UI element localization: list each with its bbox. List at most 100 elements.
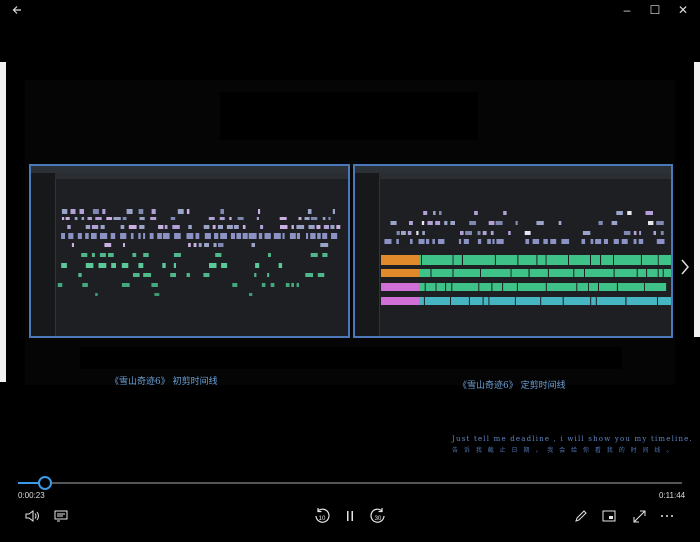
next-button[interactable] [680, 258, 690, 281]
timeline-clip [616, 211, 623, 215]
timeline-clip [61, 217, 65, 220]
timeline-clip [508, 231, 511, 235]
mini-player-icon [602, 510, 616, 522]
timeline-clip [270, 283, 275, 287]
edit-button[interactable] [572, 506, 590, 526]
subtitles-button[interactable] [52, 506, 70, 526]
timeline-clip [423, 211, 428, 215]
timeline-clip [647, 269, 658, 277]
pause-button[interactable] [341, 506, 359, 526]
timeline-clip [623, 231, 631, 235]
timeline-clip [322, 233, 328, 239]
timeline-clip [458, 239, 462, 244]
timeline-clip [310, 217, 318, 220]
timeline-clip [310, 233, 316, 239]
timeline-clip [150, 217, 157, 220]
seek-bar[interactable] [18, 482, 682, 484]
timeline-clip [143, 273, 152, 277]
timeline-clip [503, 211, 507, 215]
desktop-edge-right [694, 62, 700, 337]
timeline-clip [492, 239, 495, 244]
volume-button[interactable] [24, 506, 42, 526]
timeline-clip [195, 233, 200, 239]
timeline-clip [658, 297, 671, 305]
timeline-clip [317, 273, 325, 277]
timeline-clip [221, 263, 228, 268]
timeline-clip [660, 231, 664, 235]
timeline-clip [627, 211, 632, 215]
timeline-clip [495, 221, 503, 225]
video-redaction-bottom [80, 347, 622, 369]
timeline-clip [102, 209, 106, 214]
timeline-clip [173, 253, 181, 257]
timeline-clip [599, 283, 617, 291]
timeline-clip [306, 233, 309, 239]
timeline-clip [518, 255, 537, 265]
timeline-clip [113, 217, 121, 220]
timeline-clip [614, 269, 637, 277]
timeline-clip [639, 231, 642, 235]
timeline-clip [61, 263, 67, 268]
timeline-clip [219, 217, 225, 220]
timeline-clip [381, 297, 419, 305]
timeline-clip [258, 233, 263, 239]
timeline-clip [106, 217, 113, 220]
timeline-clip [477, 231, 481, 235]
timeline-clip [316, 225, 321, 229]
timeline-clip [637, 269, 647, 277]
timeline-clip [574, 269, 584, 277]
timeline-clip [305, 273, 313, 277]
close-button[interactable]: ✕ [670, 0, 696, 20]
timeline-clip [614, 255, 641, 265]
timeline-clip [198, 243, 202, 247]
timeline-clip [121, 283, 130, 287]
fullscreen-button[interactable] [630, 506, 648, 526]
timeline-clip [381, 255, 419, 265]
timeline-clip [431, 269, 453, 277]
timeline-clip [469, 221, 476, 225]
timeline-clip [249, 293, 253, 296]
timeline-clip [268, 253, 271, 257]
timeline-clip [251, 243, 255, 247]
mini-view-button[interactable] [600, 506, 618, 526]
timeline-clip [543, 239, 548, 244]
maximize-button[interactable]: ☐ [642, 0, 668, 20]
timeline-clip [463, 239, 469, 244]
subtitles-icon [54, 510, 68, 522]
timeline-clip [261, 283, 266, 287]
minimize-button[interactable]: – [614, 0, 640, 20]
timeline-clip [143, 233, 146, 239]
back-button[interactable] [4, 0, 30, 20]
timeline-screenshot-final-cut [353, 164, 673, 338]
timeline-clip [332, 209, 335, 214]
timeline-clip [74, 217, 78, 220]
timeline-clip [229, 217, 232, 220]
timeline-clip [641, 255, 658, 265]
timeline-clip [120, 233, 127, 239]
pause-icon [347, 511, 353, 521]
timeline-clip [85, 225, 91, 229]
expand-icon [633, 510, 645, 522]
timeline-clip [82, 283, 88, 287]
timeline-clip [98, 263, 107, 268]
timeline-clip [285, 283, 290, 287]
seek-thumb[interactable] [38, 476, 52, 490]
timeline-clip [296, 225, 305, 229]
timeline-clip [515, 221, 518, 225]
timeline-clip [186, 209, 190, 214]
timeline-clip [57, 283, 63, 287]
timeline-clip [524, 231, 531, 235]
timeline-clip [95, 293, 98, 296]
timeline-clip [450, 221, 455, 225]
timeline-clip [193, 243, 197, 247]
timeline-clip [242, 233, 248, 239]
timeline-clip [242, 225, 246, 229]
timeline-clip [157, 233, 162, 239]
timeline-clip [258, 209, 261, 214]
timeline-clip [121, 263, 129, 268]
more-options-button[interactable] [658, 506, 676, 526]
timeline-clip [479, 283, 492, 291]
timeline-clip [188, 243, 191, 247]
timeline-clip [422, 255, 453, 265]
timeline-clip [100, 225, 105, 229]
